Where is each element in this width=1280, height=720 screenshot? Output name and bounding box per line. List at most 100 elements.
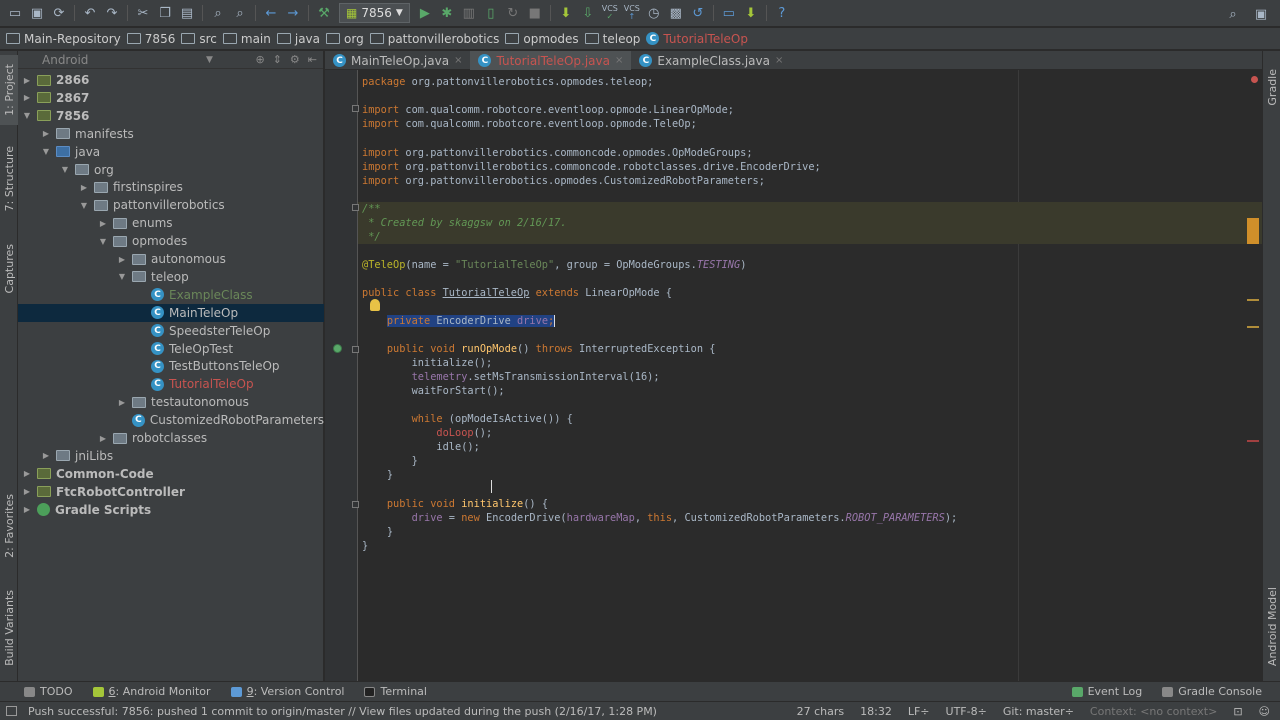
tree-node[interactable]: ▼ 7856 <box>18 107 324 125</box>
breadcrumb-item[interactable]: teleop <box>584 32 647 46</box>
chevron-down-icon[interactable]: ▼ <box>116 272 128 281</box>
build-icon[interactable]: ⚒ <box>313 2 335 24</box>
device-monitor-icon[interactable]: ▭ <box>718 2 740 24</box>
tree-node[interactable]: ▼ teleop <box>18 268 324 286</box>
tool-todo[interactable]: TODO <box>0 685 83 698</box>
project-view-select[interactable]: Android <box>26 53 88 67</box>
tree-node[interactable]: ▶ enums <box>18 214 324 232</box>
tree-node[interactable]: C TutorialTeleOp <box>18 375 324 393</box>
event-panel-icon[interactable]: ▣ <box>1250 3 1272 25</box>
paste-icon[interactable]: ▤ <box>176 2 198 24</box>
breadcrumb-item[interactable]: pattonvillerobotics <box>369 32 506 46</box>
tool-tab-build-variants[interactable]: Build Variants <box>0 583 18 673</box>
lock-icon[interactable]: ⊡ <box>1233 705 1242 718</box>
git-branch[interactable]: Git: master÷ <box>1003 705 1074 718</box>
tree-node[interactable]: C CustomizedRobotParameters <box>18 411 324 429</box>
breadcrumb-item[interactable]: src <box>181 32 223 46</box>
save-icon[interactable]: ▣ <box>26 2 48 24</box>
tree-node[interactable]: C TestButtonsTeleOp <box>18 357 324 375</box>
copy-icon[interactable]: ❐ <box>154 2 176 24</box>
fold-marker[interactable] <box>352 105 359 112</box>
code-editor[interactable]: package org.pattonvillerobotics.opmodes.… <box>325 70 1262 681</box>
file-encoding[interactable]: UTF-8÷ <box>946 705 987 718</box>
breadcrumb-item[interactable]: Main-Repository <box>6 32 127 46</box>
tree-node[interactable]: ▼ org <box>18 161 324 179</box>
chevron-right-icon[interactable]: ▶ <box>97 434 109 443</box>
help-icon[interactable]: ? <box>771 2 793 24</box>
tool-tab-captures[interactable]: Captures <box>0 234 18 304</box>
compare-icon[interactable]: ▩ <box>665 2 687 24</box>
tree-node[interactable]: ▶ Gradle Scripts <box>18 501 324 519</box>
scroll-marker[interactable] <box>1247 218 1259 244</box>
tree-node[interactable]: ▶ 2866 <box>18 71 324 89</box>
revert-icon[interactable]: ↺ <box>687 2 709 24</box>
run-icon[interactable]: ▶ <box>414 2 436 24</box>
tree-node[interactable]: ▶ jniLibs <box>18 447 324 465</box>
forward-icon[interactable]: → <box>282 2 304 24</box>
tree-node[interactable]: C TeleOpTest <box>18 340 324 358</box>
scroll-marker[interactable] <box>1247 440 1259 442</box>
tree-node[interactable]: ▶ robotclasses <box>18 429 324 447</box>
tool-tab-favorites[interactable]: 2: Favorites <box>0 486 18 566</box>
tree-node[interactable]: C ExampleClass <box>18 286 324 304</box>
fold-marker[interactable] <box>352 501 359 508</box>
find-icon[interactable]: ⌕ <box>207 2 229 24</box>
caret-position[interactable]: 18:32 <box>860 705 892 718</box>
chevron-right-icon[interactable]: ▶ <box>40 451 52 460</box>
tool-event-log[interactable]: Event Log <box>1062 685 1153 698</box>
chevron-down-icon[interactable]: ▼ <box>40 147 52 156</box>
breadcrumb-item[interactable]: C TutorialTeleOp <box>646 32 754 46</box>
tree-node[interactable]: ▶ Common-Code <box>18 465 324 483</box>
tool-terminal[interactable]: Terminal <box>354 685 437 698</box>
tool-tab-gradle[interactable]: Gradle <box>1263 57 1280 117</box>
status-message[interactable]: Push successful: 7856: pushed 1 commit t… <box>0 705 657 718</box>
cut-icon[interactable]: ✂ <box>132 2 154 24</box>
tree-node[interactable]: ▼ pattonvillerobotics <box>18 196 324 214</box>
chevron-down-icon[interactable]: ▼ <box>97 237 109 246</box>
error-indicator-icon[interactable] <box>1251 76 1258 83</box>
sync-icon[interactable]: ⟳ <box>48 2 70 24</box>
breadcrumb-item[interactable]: main <box>222 32 277 46</box>
scroll-from-source-icon[interactable]: ⊕ <box>255 53 264 66</box>
collapse-all-icon[interactable]: ⇕ <box>273 53 282 66</box>
close-icon[interactable]: × <box>775 55 783 66</box>
breadcrumb-item[interactable]: 7856 <box>126 32 182 46</box>
fold-marker[interactable] <box>352 204 359 211</box>
tree-node[interactable]: ▼ java <box>18 143 324 161</box>
tree-node[interactable]: ▶ firstinspires <box>18 178 324 196</box>
hide-panel-icon[interactable]: ⇤ <box>308 53 317 66</box>
scroll-marker[interactable] <box>1247 326 1259 328</box>
stop-icon[interactable]: ■ <box>524 2 546 24</box>
editor-tab[interactable]: C TutorialTeleOp.java × <box>470 51 632 70</box>
tool-android-monitor[interactable]: 6: Android Monitor <box>83 685 221 698</box>
search-everywhere-icon[interactable]: ⌕ <box>1222 3 1244 25</box>
chevron-right-icon[interactable]: ▶ <box>40 129 52 138</box>
tool-gradle-console[interactable]: Gradle Console <box>1152 685 1280 698</box>
vcs-update-icon[interactable]: ⇩ <box>577 2 599 24</box>
tree-node[interactable]: ▶ testautonomous <box>18 393 324 411</box>
chevron-right-icon[interactable]: ▶ <box>116 255 128 264</box>
chevron-right-icon[interactable]: ▶ <box>21 487 33 496</box>
chevron-right-icon[interactable]: ▶ <box>21 76 33 85</box>
context-indicator[interactable]: Context: <no context> <box>1090 705 1217 718</box>
run-configuration-select[interactable]: ▦ 7856 ▼ <box>339 3 410 23</box>
sdk-manager-icon[interactable]: ⬇ <box>555 2 577 24</box>
editor-tab[interactable]: C ExampleClass.java × <box>631 51 791 70</box>
chevron-right-icon[interactable]: ▶ <box>21 469 33 478</box>
tree-node[interactable]: C SpeedsterTeleOp <box>18 322 324 340</box>
tool-version-control[interactable]: 9: Version Control <box>221 685 355 698</box>
attach-icon[interactable]: ▯ <box>480 2 502 24</box>
override-gutter-icon[interactable] <box>333 344 342 353</box>
rerun-icon[interactable]: ↻ <box>502 2 524 24</box>
breadcrumb-item[interactable]: opmodes <box>505 32 584 46</box>
undo-icon[interactable]: ↶ <box>79 2 101 24</box>
avd-manager-icon[interactable]: ⬇ <box>740 2 762 24</box>
open-icon[interactable]: ▭ <box>4 2 26 24</box>
close-icon[interactable]: × <box>454 55 462 66</box>
tool-tab-structure[interactable]: 7: Structure <box>0 139 18 219</box>
redo-icon[interactable]: ↷ <box>101 2 123 24</box>
chevron-down-icon[interactable]: ▼ <box>59 165 71 174</box>
chevron-right-icon[interactable]: ▶ <box>116 398 128 407</box>
replace-icon[interactable]: ⌕ <box>229 2 251 24</box>
close-icon[interactable]: × <box>615 55 623 66</box>
